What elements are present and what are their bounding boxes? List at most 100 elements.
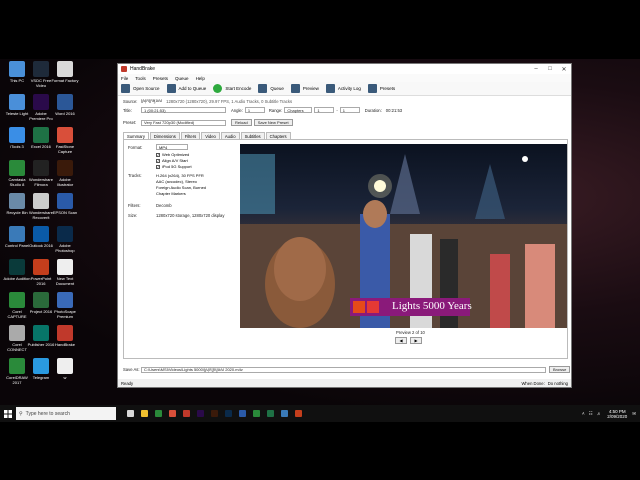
desktop-icon-label: EPSON Scan bbox=[52, 210, 78, 215]
w-icon bbox=[57, 358, 73, 374]
checkbox-align-a-v-start[interactable]: ✓ Align A/V Start bbox=[156, 158, 192, 163]
taskbar-app-7[interactable] bbox=[222, 408, 234, 420]
save-as-input[interactable]: C:\Users\MSI\Videos\Lights 5000\ស្រុកក្រ… bbox=[141, 366, 546, 373]
desktop-icon-faststone-capture[interactable]: FastStone Capture bbox=[51, 127, 79, 154]
tracks-label: Tracks: bbox=[128, 173, 142, 178]
checkbox-web-optimized[interactable]: ✓ Web Optimized bbox=[156, 152, 192, 157]
reload-button[interactable]: Reload bbox=[231, 119, 252, 126]
range-from-select[interactable]: 1 bbox=[314, 107, 335, 113]
publisher-2016-icon bbox=[33, 325, 49, 341]
camtasia-studio-8-icon bbox=[9, 160, 25, 176]
outlook-2016-icon bbox=[33, 226, 49, 242]
save-new-preset-button[interactable]: Save New Preset bbox=[253, 119, 293, 126]
desktop-icon-adobe-illustrator[interactable]: Adobe Illustrator bbox=[51, 160, 79, 187]
start-button[interactable] bbox=[0, 405, 16, 422]
open-source-button[interactable]: Open Source bbox=[121, 84, 160, 93]
preview-button[interactable]: Preview bbox=[290, 84, 319, 93]
taskbar-app-4[interactable] bbox=[180, 408, 192, 420]
preview-prev-button[interactable]: ◀ bbox=[395, 337, 407, 344]
taskbar-app-0[interactable] bbox=[124, 408, 136, 420]
range-select[interactable]: Chapters bbox=[284, 107, 313, 113]
track-item: Chapter Markers bbox=[156, 191, 186, 196]
menu-queue[interactable]: Queue bbox=[175, 76, 189, 81]
range-to-select[interactable]: 1 bbox=[339, 107, 360, 113]
desktop-icon-format-factory[interactable]: Format Factory bbox=[51, 61, 79, 83]
taskbar-app-12[interactable] bbox=[292, 408, 304, 420]
menu-help[interactable]: Help bbox=[196, 76, 205, 81]
filters-label: Filters: bbox=[128, 203, 141, 208]
menu-file[interactable]: File bbox=[121, 76, 128, 81]
source-name: ស្រុកក្រមួនស bbox=[141, 98, 163, 103]
source-label: Source: bbox=[123, 99, 138, 104]
epson-scan-icon bbox=[57, 193, 73, 209]
clock[interactable]: 4:50 PM 2/09/2020 bbox=[607, 409, 627, 419]
handbrake-window: HandBrake – □ ✕ File Tools Presets Queue Hel… bbox=[117, 63, 572, 388]
taskbar-app-5[interactable] bbox=[194, 408, 206, 420]
checkbox-ipod-5g-support[interactable]: ✓ iPod 5G Support bbox=[156, 164, 192, 169]
window-title: HandBrake bbox=[130, 66, 156, 72]
minimize-icon[interactable]: – bbox=[529, 66, 543, 72]
queue-icon bbox=[258, 84, 268, 93]
save-as-row: Save As: C:\Users\MSI\Videos\Lights 5000… bbox=[123, 366, 571, 373]
status-bar: Ready When Done: Do nothing bbox=[118, 379, 571, 387]
desktop-icon-adobe-photoshop[interactable]: Adobe Photoshop bbox=[51, 226, 79, 253]
search-box[interactable]: ⚲ Type here to search bbox=[16, 407, 116, 420]
activity-log-button[interactable]: Activity Log bbox=[325, 84, 361, 93]
app-icon bbox=[224, 410, 232, 417]
system-tray: ˄ ☷ ♬ 4:50 PM 2/09/2020 ✉ bbox=[582, 405, 636, 422]
checkbox-label: Web Optimized bbox=[162, 152, 190, 157]
tray-chevron-icon[interactable]: ˄ bbox=[582, 411, 585, 416]
adobe-premiere-pro-icon bbox=[33, 94, 49, 110]
preset-select[interactable]: Very Fast 720p30 (Modified) bbox=[141, 119, 226, 126]
clock-time: 4:50 PM bbox=[608, 408, 626, 414]
taskbar-app-11[interactable] bbox=[278, 408, 290, 420]
desktop-icon-word-2016[interactable]: Word 2016 bbox=[51, 94, 79, 116]
this-pc-icon bbox=[9, 61, 25, 77]
app-icon bbox=[168, 410, 176, 417]
menu-presets[interactable]: Presets bbox=[153, 76, 168, 81]
taskbar-app-9[interactable] bbox=[250, 408, 262, 420]
app-icon bbox=[126, 410, 134, 417]
preview-caption: Preview 2 of 10 bbox=[396, 330, 425, 335]
preset-row: Preset: Very Fast 720p30 (Modified) Relo… bbox=[123, 119, 293, 126]
desktop-icon-w[interactable]: w bbox=[51, 358, 79, 380]
desktop-icon-label: FastStone Capture bbox=[55, 144, 75, 154]
play-icon bbox=[213, 84, 223, 93]
taskbar-app-10[interactable] bbox=[264, 408, 276, 420]
taskbar-app-3[interactable] bbox=[166, 408, 178, 420]
taskbar-app-8[interactable] bbox=[236, 408, 248, 420]
format-select[interactable]: MP4 bbox=[156, 144, 188, 150]
taskbar-app-1[interactable] bbox=[138, 408, 150, 420]
preview-next-button[interactable]: ▶ bbox=[410, 337, 422, 344]
desktop-icon-handbrake[interactable]: HandBrake bbox=[51, 325, 79, 347]
when-done-select[interactable]: Do nothing bbox=[548, 381, 568, 386]
desktop-icon-label: Adobe Photoshop bbox=[55, 243, 75, 253]
notifications-icon[interactable]: ✉ bbox=[632, 411, 636, 417]
taskbar-app-6[interactable] bbox=[208, 408, 220, 420]
tracks-list: H.264 (x264), 30 FPS PFR AAC (avcodec), S… bbox=[156, 173, 206, 197]
network-icon[interactable]: ☷ bbox=[589, 411, 593, 417]
browse-button[interactable]: Browse bbox=[549, 366, 571, 373]
desktop-icon-epson-scan[interactable]: EPSON Scan bbox=[51, 193, 79, 215]
menu-tools[interactable]: Tools bbox=[135, 76, 146, 81]
desktop-icon-new-text-document[interactable]: New Text Document bbox=[51, 259, 79, 286]
queue-add-icon bbox=[166, 84, 176, 93]
angle-select[interactable]: 1 bbox=[244, 107, 265, 113]
presets-button[interactable]: Presets bbox=[367, 84, 395, 93]
handbrake-icon bbox=[121, 66, 127, 72]
summary-panel: Format: MP4 ✓ Web Optimized ✓ Align A/V Sta… bbox=[123, 139, 568, 359]
title-select[interactable]: 1 (00:21:53) bbox=[141, 107, 226, 113]
add-to-queue-button[interactable]: Add to Queue bbox=[166, 84, 206, 93]
presets-icon bbox=[367, 84, 377, 93]
taskbar-app-2[interactable] bbox=[152, 408, 164, 420]
preset-label: Preset: bbox=[123, 120, 137, 125]
maximize-icon[interactable]: □ bbox=[543, 66, 557, 72]
adobe-audition-icon bbox=[9, 259, 25, 275]
desktop-icon-photoscape-premium[interactable]: PhotoScape Premium bbox=[51, 292, 79, 319]
photoscape-premium-icon bbox=[57, 292, 73, 308]
close-icon[interactable]: ✕ bbox=[557, 66, 571, 73]
volume-icon[interactable]: ♬ bbox=[597, 411, 602, 416]
queue-button[interactable]: Queue bbox=[258, 84, 284, 93]
start-encode-button[interactable]: Start Encode bbox=[213, 84, 251, 93]
format-label: Format: bbox=[128, 145, 143, 150]
